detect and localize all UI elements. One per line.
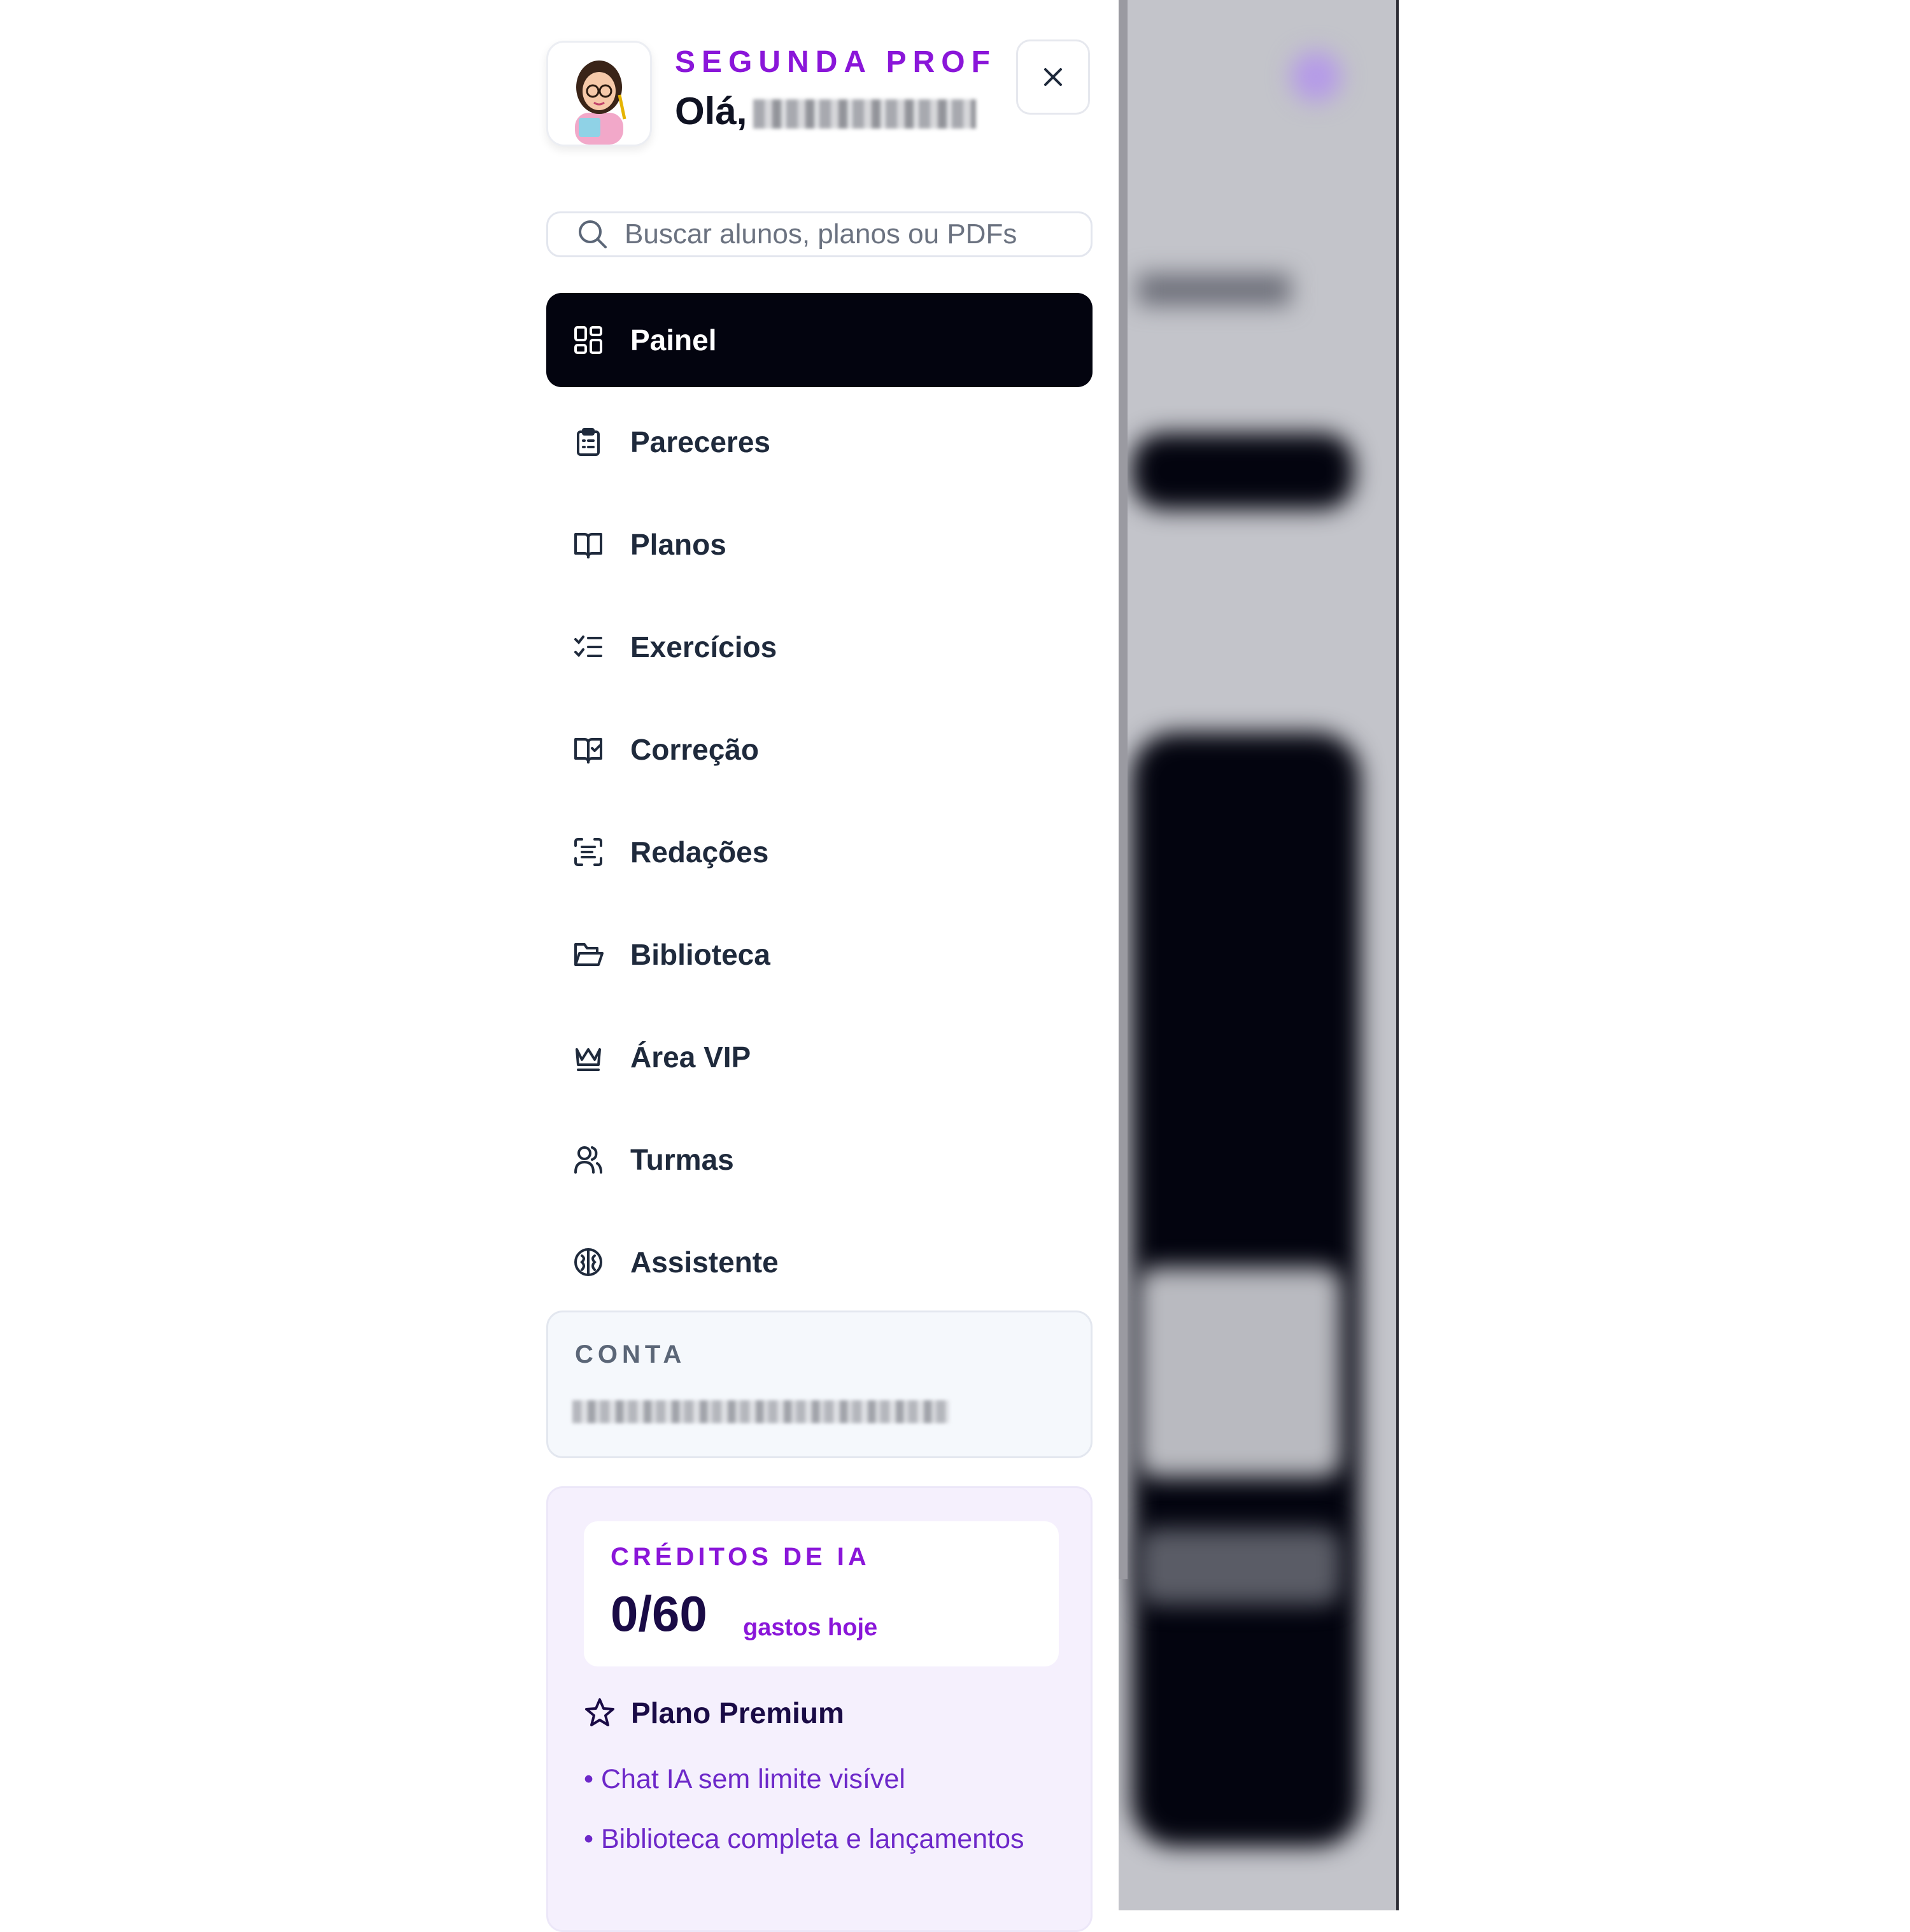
nav-item-painel[interactable]: Painel — [546, 293, 1093, 387]
search-bar[interactable] — [546, 211, 1093, 257]
open-book-icon — [572, 528, 605, 561]
brand-name: SEGUNDA PROF — [675, 45, 996, 79]
search-icon — [579, 220, 607, 248]
nav-item-label: Assistente — [630, 1246, 779, 1279]
nav-item-biblioteca[interactable]: Biblioteca — [546, 907, 1093, 1002]
nav-item-label: Área VIP — [630, 1041, 751, 1074]
close-button[interactable] — [1016, 39, 1090, 115]
nav-item-correcao[interactable]: Correção — [546, 702, 1093, 797]
scan-text-icon — [572, 835, 605, 869]
nav-item-label: Redações — [630, 835, 769, 869]
background-app-overlay — [1119, 0, 1396, 1910]
nav-item-label: Planos — [630, 528, 726, 561]
star-icon — [585, 1698, 614, 1726]
credits-suffix: gastos hoje — [743, 1614, 878, 1641]
nav-item-redacoes[interactable]: Redações — [546, 805, 1093, 899]
dashboard-grid-icon — [572, 323, 605, 357]
users-icon — [572, 1143, 605, 1176]
close-icon — [1044, 68, 1062, 86]
greeting: Olá, — [675, 89, 977, 133]
redacted-username — [753, 99, 977, 129]
search-input[interactable] — [623, 218, 1059, 251]
plan-perk: • Chat IA sem limite visível — [584, 1764, 905, 1794]
scrollbar[interactable] — [1119, 0, 1128, 1579]
redacted-email — [572, 1400, 949, 1423]
plan-label: Plano Premium — [631, 1696, 844, 1730]
nav-item-exercicios[interactable]: Exercícios — [546, 600, 1093, 694]
plan-header: Plano Premium — [584, 1696, 844, 1730]
nav-item-label: Painel — [630, 323, 717, 357]
checklist-icon — [572, 630, 605, 664]
plan-perk: • Biblioteca completa e lançamentos — [584, 1824, 1024, 1854]
avatar[interactable] — [546, 41, 652, 146]
crown-icon — [572, 1041, 605, 1074]
nav-item-label: Exercícios — [630, 630, 777, 664]
background-edge — [1396, 0, 1399, 1910]
greeting-prefix: Olá, — [675, 90, 747, 132]
nav-item-label: Correção — [630, 733, 759, 766]
credits-counter: CRÉDITOS DE IA 0/60 gastos hoje — [584, 1521, 1059, 1666]
nav-item-label: Biblioteca — [630, 938, 770, 971]
book-check-icon — [572, 733, 605, 766]
credits-count: 0/60 — [611, 1586, 707, 1642]
account-title: CONTA — [575, 1340, 686, 1368]
account-card: CONTA — [546, 1310, 1093, 1458]
nav-item-turmas[interactable]: Turmas — [546, 1112, 1093, 1207]
nav-item-label: Pareceres — [630, 425, 770, 458]
clipboard-list-icon — [572, 425, 605, 458]
credits-title: CRÉDITOS DE IA — [611, 1543, 870, 1571]
nav-item-area-vip[interactable]: Área VIP — [546, 1010, 1093, 1104]
folder-open-icon — [572, 938, 605, 971]
nav-item-assistente[interactable]: Assistente — [546, 1215, 1093, 1309]
credits-card: CRÉDITOS DE IA 0/60 gastos hoje Plano Pr… — [546, 1486, 1093, 1932]
sidebar-drawer: SEGUNDA PROF Olá, Painel — [0, 0, 1119, 1932]
brain-icon — [572, 1246, 605, 1279]
nav-item-label: Turmas — [630, 1143, 734, 1176]
nav-item-planos[interactable]: Planos — [546, 497, 1093, 592]
nav-item-pareceres[interactable]: Pareceres — [546, 395, 1093, 489]
